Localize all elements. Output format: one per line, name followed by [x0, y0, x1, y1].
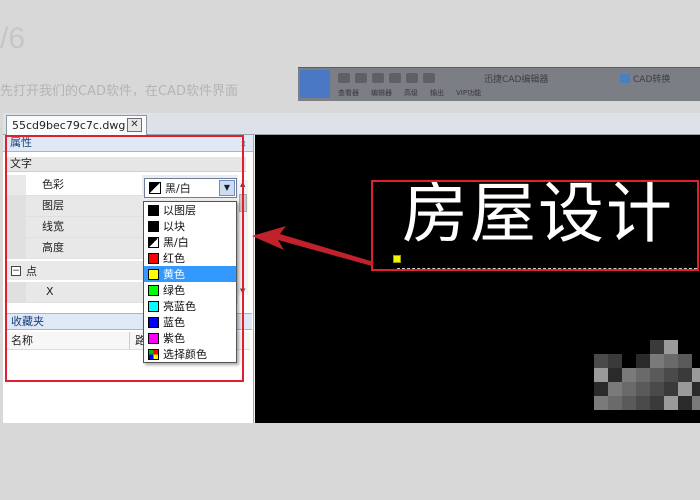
convert-text: CAD转换 — [633, 75, 671, 85]
mosaic-tile — [594, 396, 608, 410]
mosaic-tile — [594, 354, 608, 368]
document-tab-label: 55cd9bec79c7c.dwg — [12, 119, 126, 132]
mosaic-tile — [692, 396, 700, 410]
mini-app-button — [300, 70, 330, 98]
mini-redo-icon — [423, 73, 435, 83]
mini-menu-item: 编辑器 — [371, 89, 392, 97]
mosaic-tile — [692, 382, 700, 396]
mosaic-tile — [636, 396, 650, 410]
mosaic-tile — [622, 368, 636, 382]
mini-open-icon — [338, 73, 350, 83]
mosaic-tile — [664, 340, 678, 354]
mosaic-tile — [678, 354, 692, 368]
arrow-head — [252, 226, 374, 266]
mini-window-title: 迅捷CAD编辑器 — [484, 75, 549, 85]
mini-cad-window: 查看器 编辑器 高级 输出 VIP功能 迅捷CAD编辑器 CAD转换 — [298, 67, 700, 101]
step-number: /6 — [0, 22, 26, 55]
mini-saveas-icon — [372, 73, 384, 83]
arrow-icon — [252, 226, 374, 266]
convert-icon — [620, 74, 630, 83]
mosaic-tile — [608, 382, 622, 396]
mini-menu-item: VIP功能 — [456, 89, 482, 97]
mosaic-tile — [664, 368, 678, 382]
highlight-box-properties — [5, 135, 244, 382]
mini-menu-item: 高级 — [404, 89, 418, 97]
instruction-text: 先打开我们的CAD软件，在CAD软件界面 — [0, 84, 238, 99]
document-tab[interactable]: 55cd9bec79c7c.dwg ✕ — [6, 115, 147, 135]
mosaic-tile — [664, 396, 678, 410]
mosaic-tile — [594, 368, 608, 382]
mosaic-tile — [594, 382, 608, 396]
mosaic-tile — [678, 382, 692, 396]
mosaic-tile — [692, 368, 700, 382]
mini-convert-label: CAD转换 — [620, 72, 670, 85]
mini-menu-item: 输出 — [430, 89, 444, 97]
mosaic-tile — [608, 354, 622, 368]
page-footer-area — [0, 423, 700, 500]
mini-toolbar — [338, 73, 435, 83]
mosaic-tile — [636, 354, 650, 368]
mosaic-tile — [622, 396, 636, 410]
mini-menu-item: 查看器 — [338, 89, 359, 97]
mini-print-icon — [389, 73, 401, 83]
document-tab-strip: 55cd9bec79c7c.dwg ✕ — [3, 113, 700, 135]
mosaic-tile — [650, 382, 664, 396]
mosaic-tile — [650, 396, 664, 410]
mosaic-tile — [664, 382, 678, 396]
close-icon[interactable]: ✕ — [127, 118, 142, 132]
mosaic-tile — [608, 396, 622, 410]
mosaic-tile — [636, 382, 650, 396]
mosaic-tile — [636, 368, 650, 382]
mini-undo-icon — [406, 73, 418, 83]
mosaic-tile — [650, 354, 664, 368]
mosaic-tile — [664, 354, 678, 368]
mosaic-tile — [650, 368, 664, 382]
mosaic-tile — [678, 396, 692, 410]
drawing-canvas[interactable]: 房屋设计 — [255, 135, 700, 423]
mini-save-icon — [355, 73, 367, 83]
mini-menu-bar: 查看器 编辑器 高级 输出 VIP功能 — [338, 88, 481, 98]
mosaic-tile — [650, 340, 664, 354]
mosaic-tile — [622, 382, 636, 396]
mosaic-tile — [678, 368, 692, 382]
highlight-box-text — [371, 180, 699, 271]
mosaic-tile — [608, 368, 622, 382]
